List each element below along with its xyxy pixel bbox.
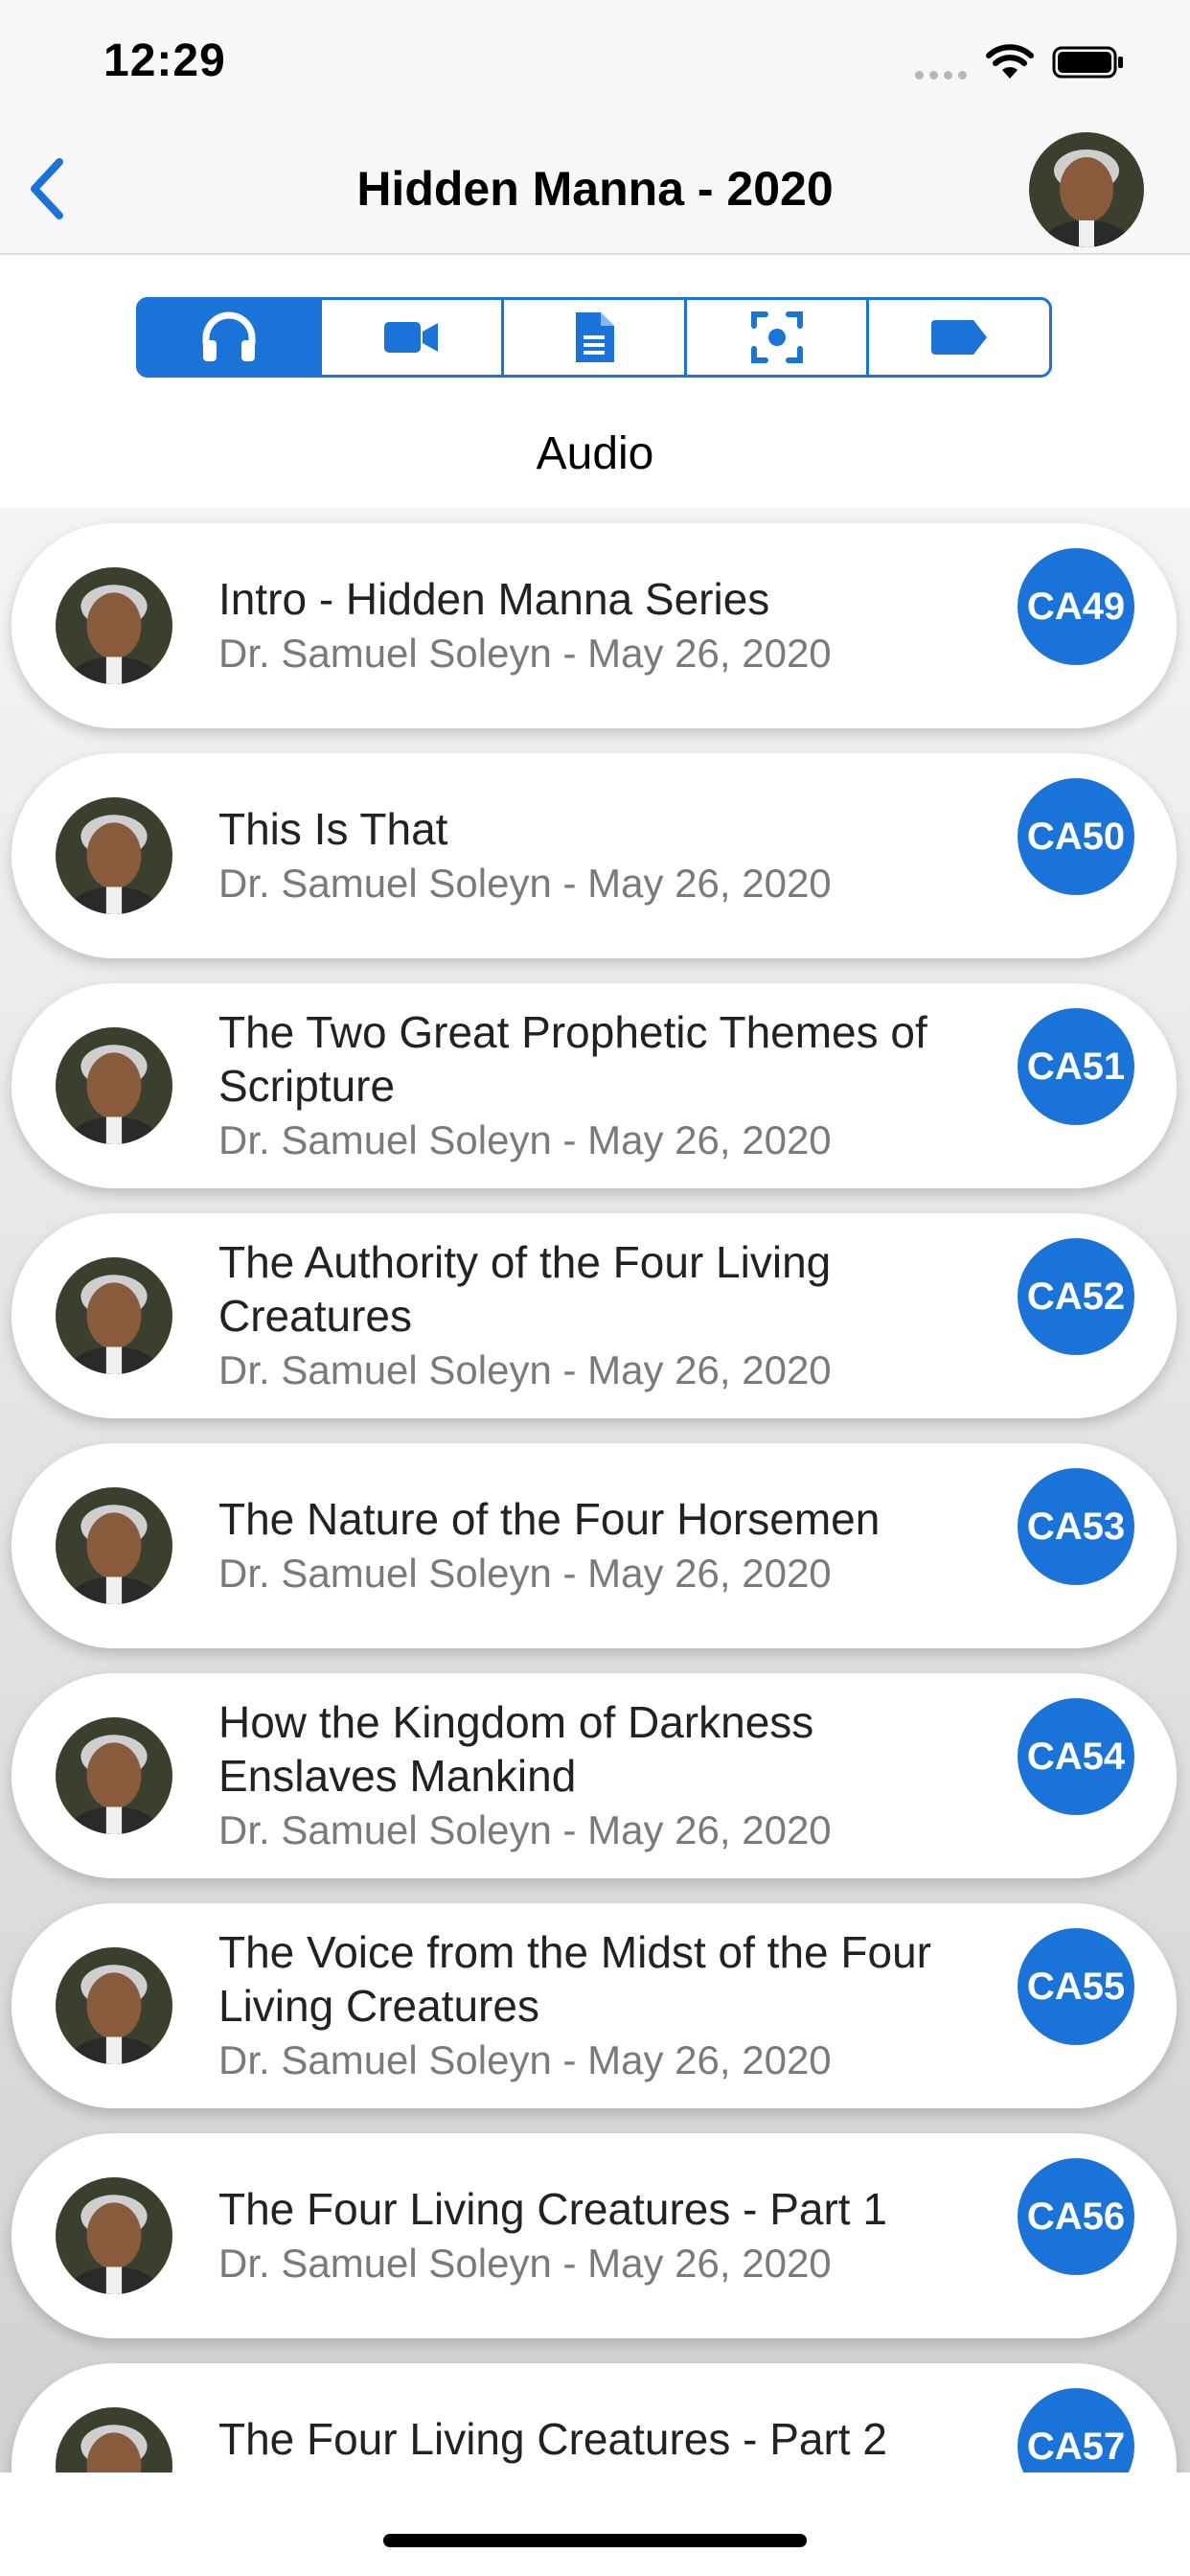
tab-video[interactable] (322, 300, 505, 375)
item-title: The Nature of the Four Horsemen (218, 1494, 881, 1544)
speaker-avatar-image (56, 1027, 172, 1144)
speaker-avatar (56, 567, 172, 684)
speaker-avatar-image (56, 1717, 172, 1834)
item-subtitle: Dr. Samuel Soleyn - May 26, 2020 (218, 2037, 832, 2082)
navigation-bar: Hidden Manna - 2020 (0, 126, 1190, 255)
list-item[interactable]: The Four Living Creatures - Part 1 Dr. Sa… (11, 2133, 1177, 2338)
speaker-avatar-image (56, 567, 172, 684)
list-item[interactable]: This Is That Dr. Samuel Soleyn - May 26, … (11, 753, 1177, 958)
item-subtitle: Dr. Samuel Soleyn - May 26, 2020 (218, 631, 832, 676)
speaker-avatar (56, 2407, 172, 2472)
item-text: The Two Great Prophetic Themes of Script… (218, 983, 985, 1188)
bottom-safe-area (0, 2472, 1190, 2576)
tag-icon (931, 320, 988, 355)
avatar-image (1029, 132, 1144, 247)
tab-focus[interactable] (687, 300, 870, 375)
speaker-avatar-image (56, 797, 172, 914)
item-text: Intro - Hidden Manna Series Dr. Samuel So… (218, 523, 985, 728)
item-subtitle: Dr. Samuel Soleyn - May 26, 2020 (218, 1807, 832, 1852)
item-code-badge: CA50 (1018, 778, 1134, 895)
item-code-badge: CA51 (1018, 1008, 1134, 1125)
speaker-avatar (56, 2177, 172, 2294)
item-subtitle: Dr. Samuel Soleyn - May 26, 2020 (218, 2241, 832, 2286)
speaker-avatar (56, 797, 172, 914)
list-item[interactable]: How the Kingdom of Darkness Enslaves Man… (11, 1673, 1177, 1878)
item-title: Intro - Hidden Manna Series (218, 574, 770, 624)
speaker-avatar-image (56, 1487, 172, 1604)
media-type-segmented-control (136, 297, 1052, 378)
item-code-badge: CA54 (1018, 1698, 1134, 1815)
item-text: The Four Living Creatures - Part 2Dr. Sa… (218, 2363, 985, 2472)
item-text: The Nature of the Four Horsemen Dr. Samue… (218, 1443, 985, 1648)
item-title: This Is That (218, 804, 448, 854)
focus-icon (750, 311, 803, 363)
speaker-avatar-image (56, 1947, 172, 2064)
speaker-avatar (56, 1257, 172, 1374)
item-code-badge: CA53 (1018, 1468, 1134, 1585)
tab-document[interactable] (504, 300, 687, 375)
speaker-avatar (56, 1947, 172, 2064)
speaker-avatar (56, 1717, 172, 1834)
tab-audio[interactable] (139, 300, 322, 375)
list-item[interactable]: Intro - Hidden Manna Series Dr. Samuel So… (11, 523, 1177, 728)
speaker-avatar-image (56, 1257, 172, 1374)
item-text: This Is That Dr. Samuel Soleyn - May 26, … (218, 753, 985, 958)
item-title: The Four Living Creatures - Part 2 (218, 2414, 887, 2464)
speaker-avatar (56, 1487, 172, 1604)
item-title: The Two Great Prophetic Themes of Script… (218, 1007, 927, 1111)
item-subtitle: Dr. Samuel Soleyn - May 26, 2020 (218, 1347, 832, 1392)
item-title: The Four Living Creatures - Part 1 (218, 2184, 887, 2234)
audio-list: Intro - Hidden Manna Series Dr. Samuel So… (0, 508, 1190, 2472)
item-code-badge: CA55 (1018, 1928, 1134, 2045)
document-icon (575, 312, 614, 362)
video-camera-icon (384, 322, 439, 353)
item-subtitle: Dr. Samuel Soleyn - May 26, 2020 (218, 1117, 832, 1162)
battery-icon (1052, 46, 1123, 79)
item-subtitle: Dr. Samuel Soleyn - May 26, 2020 (218, 861, 832, 906)
page-title: Hidden Manna - 2020 (356, 162, 834, 216)
list-item[interactable]: The Two Great Prophetic Themes of Script… (11, 983, 1177, 1188)
item-title: The Authority of the Four Living Creatur… (218, 1237, 832, 1341)
item-text: How the Kingdom of Darkness Enslaves Man… (218, 1673, 985, 1878)
status-time: 12:29 (103, 35, 226, 86)
speaker-avatar-image (56, 2407, 172, 2472)
item-text: The Four Living Creatures - Part 1 Dr. Sa… (218, 2133, 985, 2338)
list-item[interactable]: The Voice from the Midst of the Four Liv… (11, 1903, 1177, 2108)
section-title: Audio (536, 428, 654, 479)
home-indicator[interactable] (383, 2534, 807, 2547)
list-item[interactable]: The Authority of the Four Living Creatur… (11, 1213, 1177, 1418)
wifi-icon (986, 44, 1034, 79)
speaker-avatar (56, 1027, 172, 1144)
item-title: How the Kingdom of Darkness Enslaves Man… (218, 1697, 814, 1801)
speaker-avatar-image (56, 2177, 172, 2294)
list-item[interactable]: The Four Living Creatures - Part 2Dr. Sa… (11, 2363, 1177, 2472)
profile-avatar[interactable] (1029, 132, 1144, 247)
headphones-icon (202, 311, 256, 361)
item-code-badge: CA52 (1018, 1238, 1134, 1355)
item-subtitle: Dr. Samuel Soleyn - May 26, 2020 (218, 1551, 832, 1596)
item-text: The Voice from the Midst of the Four Liv… (218, 1903, 985, 2108)
status-bar: 12:29 (0, 0, 1190, 126)
item-code-badge: CA57 (1018, 2388, 1134, 2472)
cellular-signal-icon (915, 71, 967, 80)
item-code-badge: CA49 (1018, 548, 1134, 665)
item-title: The Voice from the Midst of the Four Liv… (218, 1927, 931, 2031)
item-text: The Authority of the Four Living Creatur… (218, 1213, 985, 1418)
tab-tag[interactable] (869, 300, 1049, 375)
list-item[interactable]: The Nature of the Four Horsemen Dr. Samue… (11, 1443, 1177, 1648)
item-code-badge: CA56 (1018, 2158, 1134, 2275)
